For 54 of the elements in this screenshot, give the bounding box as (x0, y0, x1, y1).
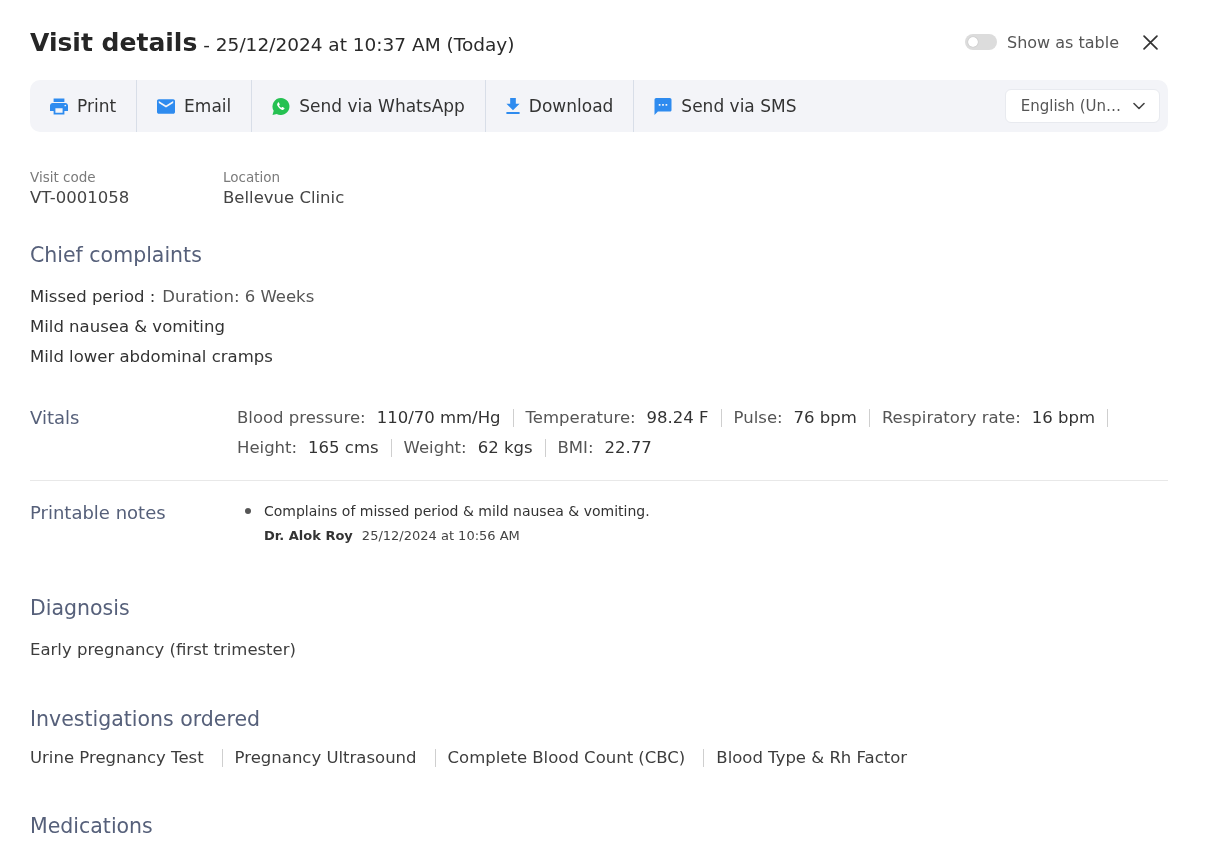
language-select[interactable]: English (Un… (1004, 89, 1160, 123)
note-author: Dr. Alok Roy (264, 527, 353, 545)
investigation-name: Complete Blood Count (CBC) (447, 747, 686, 769)
vital-label: Weight: (403, 437, 467, 459)
vital-value: 16 bpm (1031, 407, 1095, 429)
toolbar-button[interactable]: Send via WhatsApp (252, 80, 485, 132)
vital-value: 110/70 mm/Hg (376, 407, 501, 429)
vital-value: 98.24 F (646, 407, 709, 429)
complaint-name: Mild lower abdominal cramps (30, 346, 273, 368)
printer-icon (50, 97, 68, 115)
envelope-icon (157, 97, 176, 115)
section-heading: Chief complaints (30, 242, 202, 269)
vital-value: 165 cms (308, 437, 379, 459)
note-text: Complains of missed period & mild nausea & vomiting. (264, 502, 650, 521)
complaint-detail: Duration: 6 Weeks (162, 286, 315, 308)
note-time: 25/12/2024 at 10:56 AM (361, 527, 520, 545)
diagnosis-text: Early pregnancy (first trimester) (30, 640, 296, 659)
vital-value: 22.77 (604, 437, 652, 459)
vital-label: Height: (237, 437, 298, 459)
section-heading: Investigations ordered (30, 706, 261, 733)
visit-datetime: - 25/12/2024 at 10:37 AM (Today) (203, 33, 515, 55)
section-heading: Medications (30, 813, 153, 840)
vital-label: Temperature: (525, 407, 636, 429)
field-label: Location (223, 168, 281, 186)
bullet-icon (245, 508, 251, 514)
section-heading: Printable notes (30, 501, 166, 525)
toggle-label: Show as table (1007, 32, 1119, 52)
field-value: Bellevue Clinic (223, 187, 345, 209)
vital-value: 76 bpm (793, 407, 857, 429)
section-heading: Diagnosis (30, 595, 130, 622)
field-label: Visit code (30, 168, 96, 186)
page-title: Visit details (30, 27, 198, 57)
chat-bubble-icon (654, 97, 673, 115)
field-value: VT-0001058 (30, 187, 130, 209)
vital-label: Pulse: (733, 407, 783, 429)
toggle-switch[interactable] (965, 34, 997, 50)
vital-label: Respiratory rate: (881, 407, 1021, 429)
chevron-down-icon (1133, 102, 1145, 110)
download-icon (505, 98, 520, 114)
investigation-name: Pregnancy Ultrasound (234, 747, 417, 769)
whatsapp-icon (272, 97, 291, 115)
complaint-name: Missed period : (30, 286, 156, 308)
toolbar-button[interactable]: Print (30, 80, 137, 132)
section-heading: Vitals (30, 406, 80, 430)
toolbar-button[interactable]: Send via SMS (634, 80, 817, 132)
investigation-name: Blood Type & Rh Factor (716, 747, 908, 769)
vital-value: 62 kgs (477, 437, 533, 459)
complaint-name: Mild nausea & vomiting (30, 316, 225, 338)
investigation-name: Urine Pregnancy Test (30, 747, 204, 769)
toolbar-button[interactable]: Email (137, 80, 252, 132)
toolbar-button[interactable]: Download (485, 80, 634, 132)
close-icon[interactable] (1143, 34, 1158, 50)
vital-label: BMI: (557, 437, 594, 459)
vital-label: Blood pressure: (237, 407, 366, 429)
